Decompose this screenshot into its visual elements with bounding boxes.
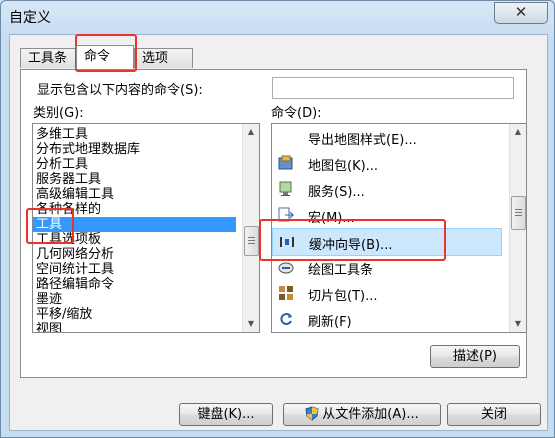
map-package-icon xyxy=(278,155,294,171)
highlight-tools-category xyxy=(26,208,74,244)
filter-label: 显示包含以下内容的命令(S): xyxy=(37,83,203,98)
command-item[interactable]: 切片包(T)... xyxy=(272,280,502,306)
commands-scrollbar[interactable]: ▲ ▼ xyxy=(509,124,526,332)
command-item[interactable]: 刷新(F) xyxy=(272,306,502,332)
close-button[interactable]: 关闭 xyxy=(447,403,541,426)
tab-options[interactable]: 选项 xyxy=(134,48,193,68)
list-item[interactable]: 高级编辑工具 xyxy=(36,187,236,202)
scroll-thumb[interactable] xyxy=(511,196,526,230)
list-item[interactable]: 服务器工具 xyxy=(36,172,236,187)
list-item[interactable]: 几何网络分析 xyxy=(36,247,236,262)
list-item[interactable]: 视图 xyxy=(36,322,236,332)
list-item[interactable]: 分析工具 xyxy=(36,157,236,172)
scroll-down-icon[interactable]: ▼ xyxy=(510,316,526,332)
window-title: 自定义 xyxy=(9,10,51,26)
scroll-up-icon[interactable]: ▲ xyxy=(243,124,259,140)
scroll-up-icon[interactable]: ▲ xyxy=(510,124,526,140)
list-item[interactable]: 墨迹 xyxy=(36,292,236,307)
add-from-file-button[interactable]: 从文件添加(A)... xyxy=(283,403,441,426)
scroll-thumb[interactable] xyxy=(244,226,259,256)
filter-input[interactable] xyxy=(272,77,514,99)
refresh-icon xyxy=(278,311,294,327)
categories-label: 类别(G): xyxy=(33,106,84,121)
command-item[interactable]: 地图包(K)... xyxy=(272,150,502,176)
highlight-buffer-wizard xyxy=(259,219,446,261)
command-item[interactable]: 导出地图样式(E)... xyxy=(272,124,502,150)
customize-dialog: 自定义 ✕ 工具条 命令 选项 显示包含以下内容的命令(S): 类别(G): 命… xyxy=(0,0,555,438)
title-bar: 自定义 ✕ xyxy=(1,1,554,35)
list-item[interactable]: 平移/缩放 xyxy=(36,307,236,322)
scroll-down-icon[interactable]: ▼ xyxy=(243,316,259,332)
describe-button[interactable]: 描述(P) xyxy=(430,345,520,368)
list-item[interactable]: 多维工具 xyxy=(36,127,236,142)
list-item[interactable]: 分布式地理数据库 xyxy=(36,142,236,157)
uac-shield-icon xyxy=(305,406,319,428)
command-item[interactable]: 服务(S)... xyxy=(272,176,502,202)
commands-label: 命令(D): xyxy=(271,106,322,121)
service-icon xyxy=(278,181,294,197)
close-icon: ✕ xyxy=(514,3,528,21)
tab-toolbars[interactable]: 工具条 xyxy=(20,48,80,68)
categories-scrollbar[interactable]: ▲ ▼ xyxy=(242,124,259,332)
tile-package-icon xyxy=(278,285,294,301)
list-item[interactable]: 路径编辑命令 xyxy=(36,277,236,292)
tab-commands[interactable]: 命令 xyxy=(76,45,134,69)
draw-toolbar-icon xyxy=(278,259,294,275)
keyboard-button[interactable]: 键盘(K)... xyxy=(179,403,273,426)
list-item[interactable]: 空间统计工具 xyxy=(36,262,236,277)
close-window-button[interactable]: ✕ xyxy=(494,2,548,24)
